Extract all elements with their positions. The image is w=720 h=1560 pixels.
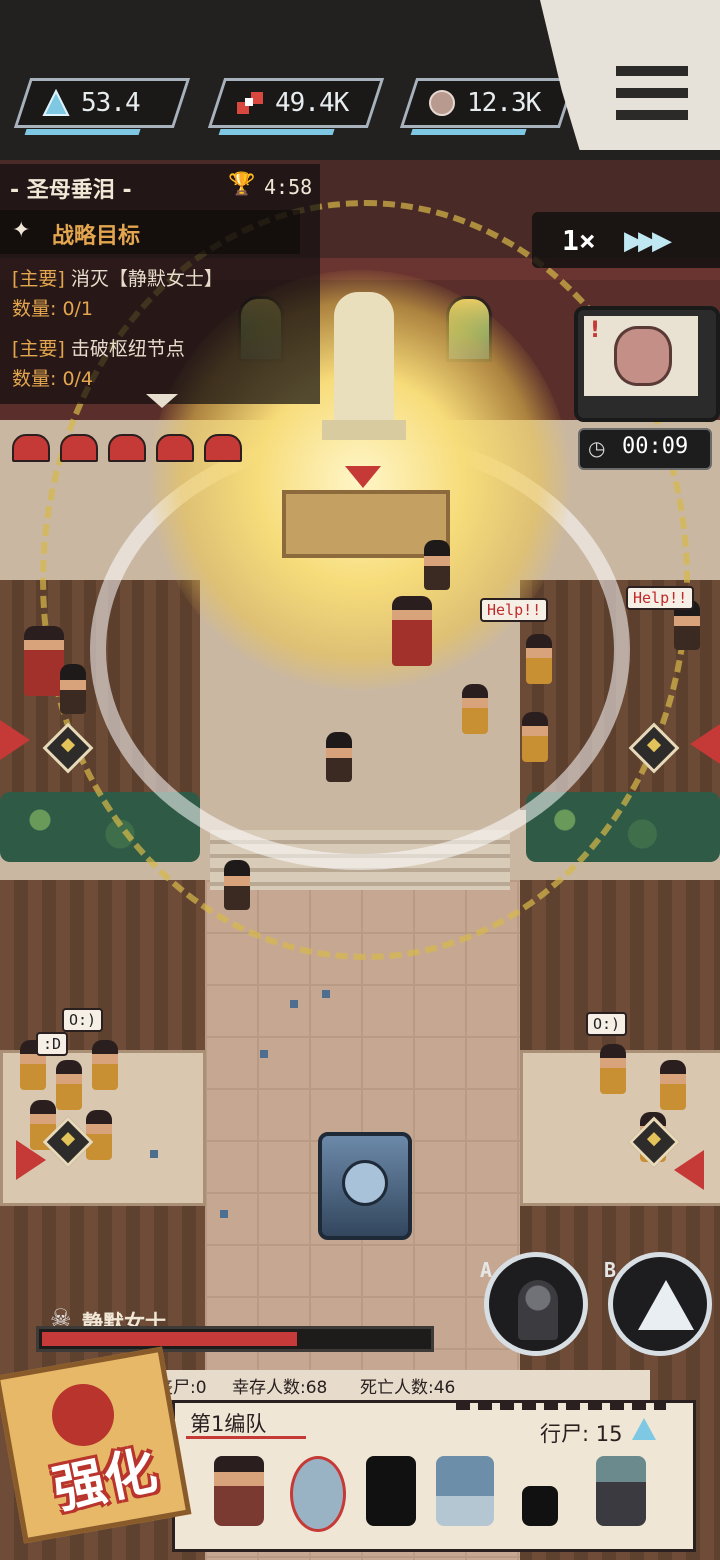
hub-node[interactable] xyxy=(318,1132,412,1240)
game-scene: Help!! Help!! O:) :D O:) 53.4 49.4K 12.3… xyxy=(0,0,720,1560)
trophy-icon: 🏆 xyxy=(228,172,256,197)
crystal-count: 53.4 xyxy=(81,88,140,118)
node-pip-icon xyxy=(60,434,98,462)
debris xyxy=(220,1210,228,1218)
hamburger-menu-icon[interactable] xyxy=(616,66,688,120)
survivor-count: 幸存人数:68 xyxy=(232,1378,328,1398)
task-text: 击破枢纽节点 xyxy=(70,338,185,360)
event-timer: 00:09 xyxy=(622,434,689,459)
task-tag: [主要] xyxy=(12,268,65,290)
survivor[interactable] xyxy=(326,732,352,782)
boss-health-fill xyxy=(42,1332,297,1346)
survivor[interactable] xyxy=(526,634,552,684)
speech-bubble: O:) xyxy=(586,1012,628,1036)
spike-skill-icon xyxy=(638,1280,694,1330)
debris xyxy=(150,1150,158,1158)
survivor[interactable] xyxy=(86,1110,112,1160)
survivor[interactable] xyxy=(660,1060,686,1110)
crystal-icon xyxy=(41,88,71,118)
squad-divider xyxy=(456,1402,666,1410)
goal-label: 战略目标 xyxy=(52,224,141,249)
unit-slot-4[interactable] xyxy=(436,1456,494,1526)
statue-base xyxy=(322,420,406,440)
fire-skill-icon xyxy=(518,1280,558,1340)
mission-title: - 圣母垂泪 - xyxy=(10,178,132,203)
node-pip-icon xyxy=(156,434,194,462)
brain-resource-icon xyxy=(427,88,457,118)
task-2: [主要] 击破枢纽节点 xyxy=(12,334,185,361)
skill-b-letter: B xyxy=(604,1258,617,1282)
unit-slot-2[interactable] xyxy=(290,1456,346,1532)
crystal-icon xyxy=(632,1418,656,1440)
survivor[interactable] xyxy=(92,1040,118,1090)
brain-icon xyxy=(614,326,672,386)
boss-silent-lady[interactable] xyxy=(392,596,432,666)
node-pip-icon xyxy=(108,434,146,462)
unit-slot-6[interactable] xyxy=(596,1456,646,1526)
debris xyxy=(260,1050,268,1058)
brain-count: 12.3K xyxy=(467,88,541,118)
mission-timer: 4:58 xyxy=(264,175,313,199)
target-arrow-icon xyxy=(345,466,381,488)
unit-slot-5[interactable] xyxy=(522,1456,558,1526)
speech-bubble: Help!! xyxy=(626,586,695,610)
task-1: [主要] 消灭【静默女士】 xyxy=(12,264,223,291)
madonna-statue xyxy=(334,292,394,432)
unit-slot-1[interactable] xyxy=(214,1456,264,1526)
survivor[interactable] xyxy=(462,684,488,734)
skill-a-letter: A xyxy=(480,1258,493,1282)
resource-bar xyxy=(410,129,527,135)
squad-title[interactable]: 第1编队 xyxy=(190,1408,266,1438)
target-icon: ✦ xyxy=(12,218,31,243)
collapse-arrow-icon[interactable] xyxy=(146,394,178,408)
squad-underline xyxy=(186,1436,306,1439)
node-pip-icon xyxy=(204,434,242,462)
survivor[interactable] xyxy=(600,1044,626,1094)
enemy-guard[interactable] xyxy=(424,540,450,590)
speech-bubble: Help!! xyxy=(480,598,549,622)
speech-bubble: :D xyxy=(36,1032,69,1056)
boss-health-bar xyxy=(36,1326,434,1352)
walker-count: 行尸: 15 xyxy=(540,1422,623,1446)
survivor[interactable] xyxy=(60,664,86,714)
task-1-count: 数量: 0/1 xyxy=(12,298,94,320)
task-tag: [主要] xyxy=(12,338,65,360)
clock-icon: ◷ xyxy=(588,436,606,460)
parts-icon xyxy=(235,88,265,118)
dead-count: 死亡人数:46 xyxy=(360,1378,456,1398)
remaining-nodes xyxy=(12,434,242,462)
resource-bar xyxy=(218,129,335,135)
parts-count: 49.4K xyxy=(275,88,349,118)
resource-brain: 12.3K xyxy=(399,78,577,135)
unit-slot-3[interactable] xyxy=(366,1456,416,1526)
alert-icon: ! xyxy=(590,318,601,343)
resource-crystal: 53.4 xyxy=(13,78,191,135)
resource-bar xyxy=(24,129,141,135)
fast-forward-icon[interactable]: ▶▶▶ xyxy=(624,226,672,256)
speed-label: 1× xyxy=(562,224,596,257)
survivor[interactable] xyxy=(24,626,64,696)
task-text: 消灭【静默女士】 xyxy=(70,268,223,290)
speech-bubble: O:) xyxy=(62,1008,104,1032)
survivor[interactable] xyxy=(522,712,548,762)
survivor[interactable] xyxy=(56,1060,82,1110)
survivor[interactable] xyxy=(224,860,250,910)
node-pip-icon xyxy=(12,434,50,462)
resource-parts: 49.4K xyxy=(207,78,385,135)
goal-header[interactable] xyxy=(0,210,300,254)
debris xyxy=(322,990,330,998)
task-2-count: 数量: 0/4 xyxy=(12,368,94,390)
debris xyxy=(290,1000,298,1008)
